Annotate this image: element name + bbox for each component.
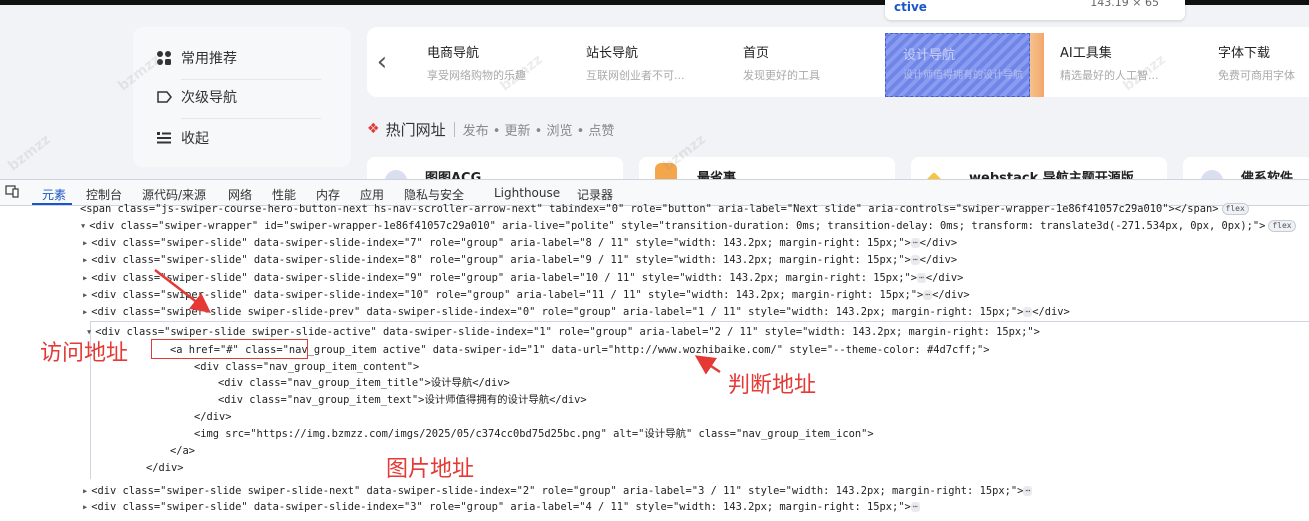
arrow-icon [694,355,721,375]
arrow-icon [154,269,211,314]
annotation-arrows [154,269,721,375]
